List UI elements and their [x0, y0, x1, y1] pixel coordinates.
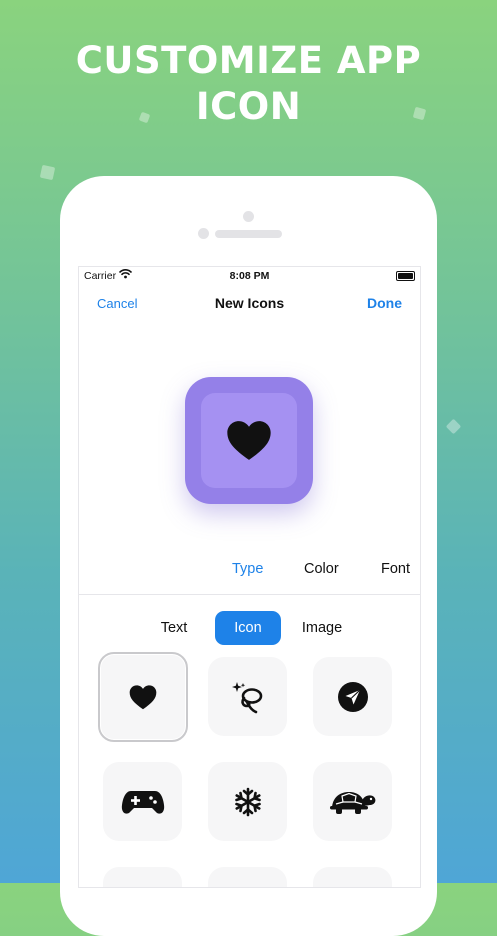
app-screen: Carrier 8:08 PM Cancel New Icons Done Ty… — [78, 266, 421, 888]
paperplane-circle-icon — [337, 681, 368, 712]
phone-frame: Carrier 8:08 PM Cancel New Icons Done Ty… — [60, 176, 437, 936]
icon-option-partial[interactable] — [313, 867, 392, 887]
status-bar: Carrier 8:08 PM — [79, 267, 420, 285]
snowflake-icon — [234, 787, 261, 816]
tab-text[interactable]: Text — [150, 611, 198, 645]
tortoise-icon — [329, 791, 375, 814]
segment-font[interactable]: Font — [381, 561, 410, 577]
done-button[interactable]: Done — [367, 295, 402, 311]
confetti-decoration — [445, 418, 462, 435]
gamecontroller-icon — [121, 790, 164, 814]
icon-preview-inner — [201, 393, 297, 488]
icon-option-partial[interactable] — [208, 867, 287, 887]
phone-camera — [243, 211, 254, 222]
icon-preview — [185, 377, 313, 504]
icon-option-sparkle-lasso[interactable] — [208, 657, 287, 736]
status-time: 8:08 PM — [229, 270, 270, 282]
icon-option-tortoise[interactable] — [313, 762, 392, 841]
phone-speaker — [215, 230, 282, 238]
confetti-decoration — [39, 164, 56, 181]
icon-option-heart[interactable] — [98, 652, 188, 742]
headline-line-1: CUSTOMIZE APP — [75, 39, 422, 82]
section-divider — [79, 594, 420, 595]
icon-option-partial[interactable] — [103, 867, 182, 887]
headline-line-2: ICON — [195, 85, 302, 128]
segment-type[interactable]: Type — [232, 561, 263, 577]
icon-option-paperplane[interactable] — [313, 657, 392, 736]
tab-image[interactable]: Image — [295, 611, 349, 645]
segment-color[interactable]: Color — [304, 561, 339, 577]
heart-icon — [129, 685, 157, 710]
sparkle-lasso-icon — [231, 681, 262, 713]
heart-icon — [227, 421, 271, 460]
icon-option-gamecontroller[interactable] — [103, 762, 182, 841]
phone-sensor — [198, 228, 209, 239]
icon-option-snowflake[interactable] — [208, 762, 287, 841]
battery-icon — [396, 271, 415, 281]
tab-icon[interactable]: Icon — [215, 611, 281, 645]
